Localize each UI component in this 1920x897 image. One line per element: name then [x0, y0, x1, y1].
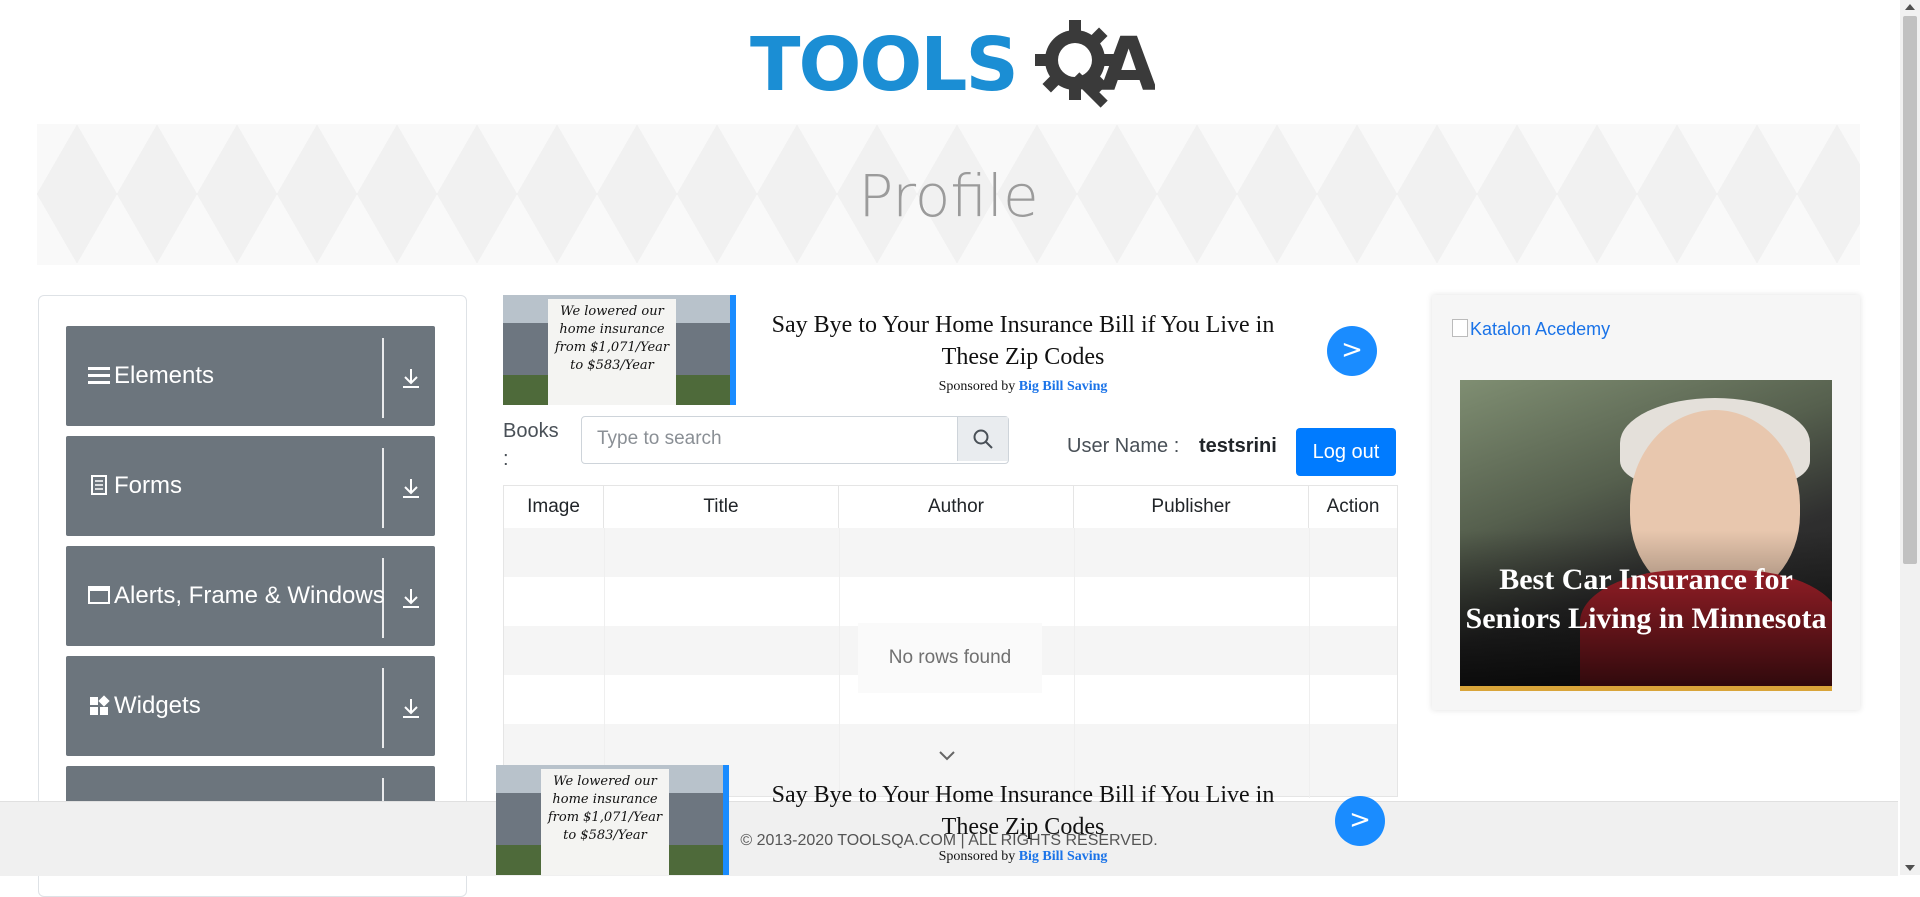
- download-icon: [403, 699, 419, 718]
- ad-image-text: We lowered our home insurance from $1,07…: [548, 299, 676, 405]
- divider: [382, 338, 384, 418]
- ad-headline[interactable]: Say Bye to Your Home Insurance Bill if Y…: [748, 309, 1298, 373]
- window-icon: [88, 586, 110, 604]
- sidebar-group-label: Elements: [114, 362, 215, 389]
- page-banner: Profile: [37, 124, 1860, 265]
- ad-image[interactable]: We lowered our home insurance from $1,07…: [496, 765, 723, 875]
- logo-graphic: TOOLS A: [750, 20, 1157, 108]
- no-rows-message: No rows found: [858, 623, 1042, 693]
- logout-button[interactable]: Log out: [1296, 428, 1396, 476]
- download-icon: [403, 589, 419, 608]
- ad-image[interactable]: We lowered our home insurance from $1,07…: [503, 295, 730, 405]
- download-icon: [403, 479, 419, 498]
- car-ad-caption: Best Car Insurance for Seniors Living in…: [1465, 563, 1827, 635]
- divider: [382, 668, 384, 748]
- search-input[interactable]: [582, 417, 957, 461]
- ad-headline[interactable]: Say Bye to Your Home Insurance Bill if Y…: [748, 779, 1298, 843]
- svg-text:TOOLS: TOOLS: [750, 22, 1017, 108]
- ad-bottom[interactable]: We lowered our home insurance from $1,07…: [496, 765, 1391, 875]
- ad-sponsor-line: Sponsored by Big Bill Saving: [748, 849, 1298, 865]
- ad-sponsor-link[interactable]: Big Bill Saving: [1019, 379, 1108, 394]
- column-header-publisher[interactable]: Publisher: [1074, 486, 1309, 528]
- ad-accent-bar: [723, 765, 729, 875]
- column-header-author[interactable]: Author: [839, 486, 1074, 528]
- ad-sponsor-line: Sponsored by Big Bill Saving: [748, 379, 1298, 395]
- katalon-academy-text: Katalon Acedemy: [1470, 319, 1611, 339]
- user-name-label: User Name :: [1067, 435, 1180, 457]
- car-ad-accent-bar: [1460, 686, 1832, 691]
- sidebar-group-label: Forms: [114, 472, 182, 499]
- svg-text:A: A: [1100, 22, 1155, 108]
- katalon-academy-link[interactable]: Katalon Acedemy: [1452, 319, 1610, 340]
- divider: [382, 558, 384, 638]
- search-button[interactable]: [957, 417, 1008, 461]
- sidebar-group-alerts-frame-windows[interactable]: Alerts, Frame & Windows: [66, 546, 435, 646]
- toolsqa-logo[interactable]: TOOLS A: [750, 18, 1157, 114]
- search-icon: [973, 429, 993, 449]
- ad-top[interactable]: We lowered our home insurance from $1,07…: [503, 295, 1398, 405]
- sidebar-group-widgets[interactable]: Widgets: [66, 656, 435, 756]
- sidebar-group-elements[interactable]: Elements: [66, 326, 435, 426]
- divider: [382, 448, 384, 528]
- ad-sponsored-prefix: Sponsored by: [938, 849, 1016, 864]
- widgets-icon: [90, 695, 110, 715]
- table-row: [504, 577, 1397, 626]
- car-insurance-ad-image[interactable]: Best Car Insurance for Seniors Living in…: [1460, 380, 1832, 690]
- broken-image-icon: [1452, 319, 1468, 337]
- ad-accent-bar: [730, 295, 736, 405]
- download-icon: [403, 369, 419, 388]
- chevron-down-icon[interactable]: [937, 748, 957, 762]
- column-header-title[interactable]: Title: [604, 486, 839, 528]
- vertical-scrollbar[interactable]: [1900, 0, 1920, 875]
- hamburger-icon: [88, 367, 110, 384]
- search-box: [581, 416, 1009, 464]
- sidebar-group-label: Widgets: [114, 692, 201, 719]
- sidebar-group-label: Alerts, Frame & Windows: [114, 582, 385, 609]
- table-row: [504, 528, 1397, 577]
- page-title: Profile: [858, 162, 1039, 230]
- user-name-value: testsrini: [1199, 435, 1277, 457]
- scroll-down-arrow-icon[interactable]: [1905, 865, 1915, 871]
- document-icon: [91, 475, 107, 495]
- ad-sponsored-prefix: Sponsored by: [938, 379, 1016, 394]
- scroll-up-arrow-icon[interactable]: [1905, 4, 1915, 10]
- ad-go-button[interactable]: >: [1335, 796, 1385, 846]
- column-header-image[interactable]: Image: [504, 486, 604, 528]
- ad-sponsor-link[interactable]: Big Bill Saving: [1019, 849, 1108, 864]
- right-ad[interactable]: Katalon Acedemy Best Car Insurance for S…: [1432, 295, 1860, 710]
- books-label: Books :: [503, 420, 559, 470]
- scrollbar-thumb[interactable]: [1903, 16, 1917, 564]
- ad-go-button[interactable]: >: [1327, 326, 1377, 376]
- sidebar-group-forms[interactable]: Forms: [66, 436, 435, 536]
- ad-image-text: We lowered our home insurance from $1,07…: [541, 769, 669, 875]
- column-header-action[interactable]: Action: [1309, 486, 1397, 528]
